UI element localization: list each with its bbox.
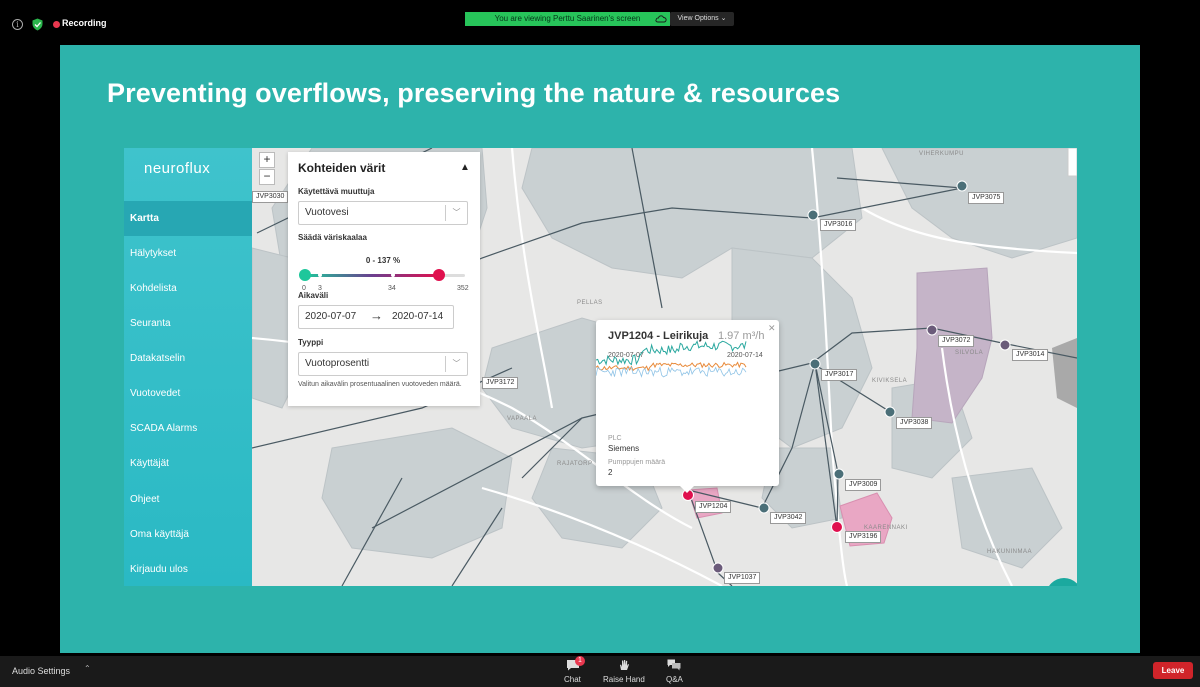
- plc-label: PLC: [608, 435, 622, 442]
- interval-label: Aikaväli: [298, 291, 329, 300]
- neuroflux-app: neuroflux Kartta Hälytykset Kohdelista S…: [124, 148, 1077, 586]
- recording-dot-icon: [53, 21, 60, 28]
- district-name: KIVIKSELA: [872, 378, 908, 384]
- pumps-label: Pumppujen määrä: [608, 459, 666, 466]
- viewing-text: You are viewing Perttu Saarinen's screen: [494, 14, 641, 23]
- chevron-down-icon: ﹀: [445, 356, 467, 372]
- scale-range-text: 0 - 137 %: [365, 256, 401, 265]
- sidebar-item-kirjaudu-ulos[interactable]: Kirjaudu ulos: [124, 552, 252, 587]
- station-label[interactable]: JVP3030: [252, 191, 289, 203]
- station-label[interactable]: JVP1037: [724, 572, 761, 584]
- type-label: Tyyppi: [298, 338, 324, 347]
- recording-label: Recording: [62, 18, 107, 28]
- zoom-meeting-window: i Recording You are viewing Perttu Saari…: [0, 0, 1200, 687]
- sidebar-item-kohdelista[interactable]: Kohdelista: [124, 271, 252, 306]
- raise-hand-label[interactable]: Raise Hand: [603, 675, 645, 684]
- slider-thumb-high[interactable]: [433, 269, 446, 281]
- slider-fill: [305, 274, 440, 277]
- tick-label: 34: [388, 285, 396, 292]
- sidebar-item-oma-kayttaja[interactable]: Oma käyttäjä: [124, 517, 252, 552]
- station-popup: ✕ JVP1204 - Leirikuja 1.97 m³/h 2020-07-…: [596, 320, 779, 493]
- pumps-value: 2: [608, 468, 613, 477]
- station-label[interactable]: JVP3042: [770, 512, 807, 524]
- tick-label: 352: [457, 285, 469, 292]
- shared-slide: Preventing overflows, preserving the nat…: [60, 45, 1140, 653]
- map-fab-button[interactable]: [1046, 578, 1077, 586]
- sidebar-item-kayttajat[interactable]: Käyttäjät: [124, 446, 252, 481]
- raise-hand-icon[interactable]: [617, 659, 631, 671]
- slider-mark: [391, 273, 395, 277]
- zoom-out-button[interactable]: −: [259, 169, 275, 185]
- sparkline-leak: [596, 340, 747, 366]
- type-select[interactable]: Vuotoprosentti ﹀: [298, 352, 468, 376]
- type-select-value: Vuotoprosentti: [305, 358, 370, 369]
- station-label[interactable]: JVP3038: [896, 417, 933, 429]
- district-name: VAPAALA: [507, 416, 537, 422]
- shield-icon[interactable]: [32, 18, 43, 31]
- view-options-label: View Options: [677, 15, 719, 22]
- chevron-down-icon: ﹀: [445, 205, 467, 221]
- station-label[interactable]: JVP1204: [695, 501, 732, 513]
- date-to-input[interactable]: 2020-07-14: [392, 306, 443, 328]
- district-name: SILVOLA: [955, 350, 984, 356]
- slider-mark: [318, 273, 322, 277]
- date-from-input[interactable]: 2020-07-07: [305, 306, 356, 328]
- plc-value: Siemens: [608, 444, 640, 453]
- qa-label[interactable]: Q&A: [666, 675, 683, 684]
- leave-button[interactable]: Leave: [1153, 662, 1193, 679]
- sidebar-item-seuranta[interactable]: Seuranta: [124, 306, 252, 341]
- info-icon[interactable]: i: [12, 19, 23, 30]
- variable-label: Käytettävä muuttuja: [298, 187, 375, 196]
- chevron-up-icon[interactable]: ⌃: [84, 664, 91, 673]
- sidebar-item-scada-alarms[interactable]: SCADA Alarms: [124, 411, 252, 446]
- slide-title: Preventing overflows, preserving the nat…: [107, 78, 841, 108]
- station-label[interactable]: JVP3017: [821, 369, 858, 381]
- legend-panel: Kohteiden värit ▲ Käytettävä muuttuja Vu…: [288, 152, 480, 406]
- sidebar: neuroflux Kartta Hälytykset Kohdelista S…: [124, 148, 252, 586]
- sparkline-base: [596, 365, 747, 378]
- station-label[interactable]: JVP3016: [820, 219, 857, 231]
- district-name: KAARENNAKI: [864, 525, 908, 531]
- variable-select[interactable]: Vuotovesi ﹀: [298, 201, 468, 225]
- brand-logo: neuroflux: [144, 160, 211, 177]
- chat-badge: 1: [575, 656, 585, 666]
- sidebar-item-ohjeet[interactable]: Ohjeet: [124, 482, 252, 517]
- chevron-down-icon: ⌄: [720, 15, 727, 22]
- qa-icon[interactable]: [667, 659, 681, 671]
- viewing-banner: You are viewing Perttu Saarinen's screen: [465, 12, 670, 26]
- top-toolbar: i Recording You are viewing Perttu Saari…: [0, 10, 1200, 38]
- sidebar-item-datakatselin[interactable]: Datakatselin: [124, 341, 252, 376]
- district-name: PELLAS: [577, 300, 603, 306]
- slider-thumb-low[interactable]: [299, 269, 311, 281]
- station-label[interactable]: JVP3172: [482, 377, 519, 389]
- date-range-picker[interactable]: 2020-07-07 → 2020-07-14: [298, 305, 454, 329]
- sidebar-item-kartta[interactable]: Kartta: [124, 201, 252, 236]
- district-name: RAJATORP: [557, 461, 593, 467]
- arrow-right-icon: →: [370, 308, 383, 323]
- zoom-in-button[interactable]: +: [259, 152, 275, 168]
- panel-title: Kohteiden värit: [298, 161, 386, 175]
- collapse-triangle-icon[interactable]: ▲: [460, 162, 470, 173]
- district-name: VIHERKUMPU: [919, 151, 965, 157]
- sidebar-item-vuotovedet[interactable]: Vuotovedet: [124, 376, 252, 411]
- bottom-toolbar: Audio Settings ⌃ 1 Chat Raise Hand Q&A L…: [0, 656, 1200, 687]
- map-layer-control[interactable]: [1067, 148, 1077, 177]
- station-label[interactable]: JVP3014: [1012, 349, 1049, 361]
- sidebar-item-halytykset[interactable]: Hälytykset: [124, 236, 252, 271]
- station-label[interactable]: JVP3072: [938, 335, 975, 347]
- cloud-icon: [655, 15, 667, 23]
- view-options-button[interactable]: View Options ⌄: [670, 12, 734, 26]
- close-icon[interactable]: ✕: [768, 323, 776, 334]
- popup-sparkline: [596, 340, 747, 378]
- variable-select-value: Vuotovesi: [305, 207, 349, 218]
- district-name: HAKUNINMAA: [987, 549, 1033, 555]
- scale-label: Säädä väriskaalaa: [298, 233, 367, 242]
- station-label[interactable]: JVP3009: [845, 479, 882, 491]
- map-view[interactable]: JVP3030 JVP3016 JVP3075 JVP3172 JVP3072 JVP30…: [252, 148, 1077, 586]
- station-label[interactable]: JVP3196: [845, 531, 882, 543]
- audio-settings-button[interactable]: Audio Settings: [12, 666, 70, 676]
- chat-label[interactable]: Chat: [564, 675, 581, 684]
- type-help-text: Valitun aikavälin prosentuaalinen vuotov…: [298, 381, 462, 388]
- station-label[interactable]: JVP3075: [968, 192, 1005, 204]
